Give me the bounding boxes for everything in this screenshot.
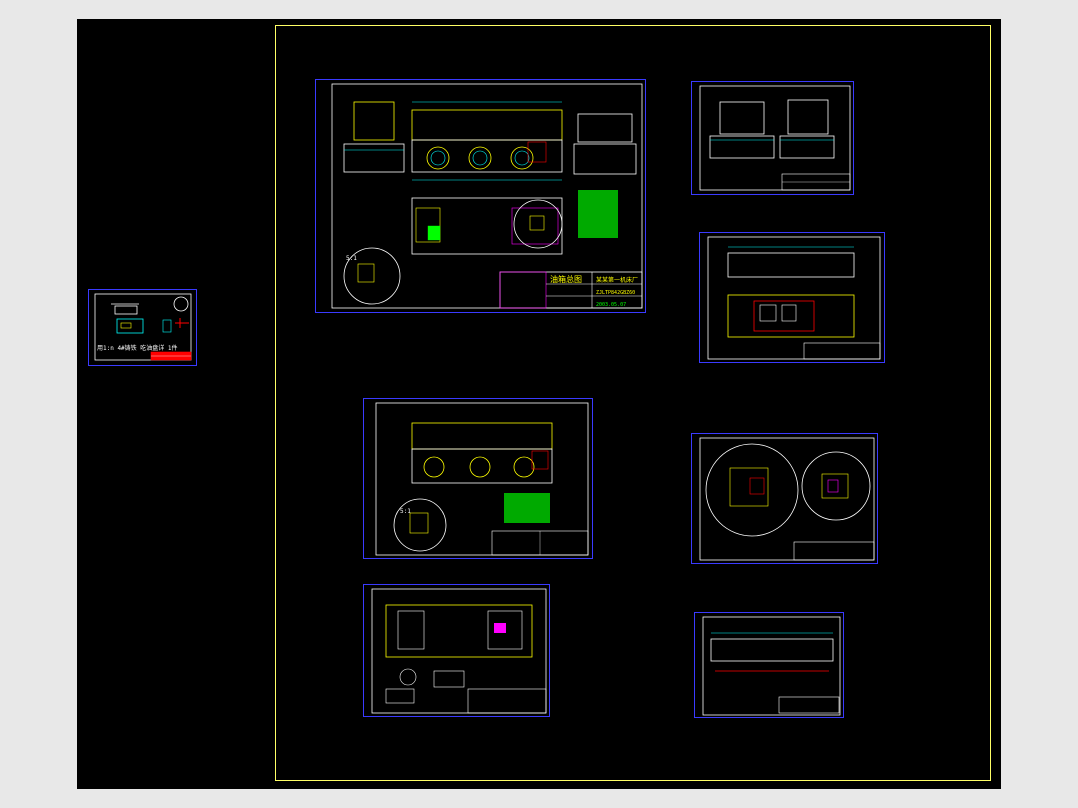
sheet-circle-details[interactable]: [691, 433, 878, 564]
sheet-tank-body-detail-drawing: 5:1: [375, 402, 589, 556]
title-block-date: 2003.05.07: [596, 302, 626, 308]
sheet-strip-detail-drawing: [702, 616, 841, 716]
sheet-circle-details-drawing: [699, 437, 875, 561]
title-block-title: 油箱总图: [550, 274, 582, 284]
sheet-tank-body-detail[interactable]: 5:1: [363, 398, 593, 559]
sheet-side-views-drawing: [699, 85, 851, 191]
sheet-side-views[interactable]: [691, 81, 854, 195]
title-block-company: 某某第一机床厂: [596, 276, 638, 284]
sheet-strip-detail[interactable]: [694, 612, 844, 718]
sheet-oil-tank-assembly-drawing: 5:1 油箱总图 某某第一机床厂 ZJLTP842GBZ60 2003.05.0…: [331, 83, 643, 309]
title-block-drawing-no: ZJLTP842GBZ60: [596, 290, 635, 296]
sheet-tank-front-plan[interactable]: [699, 232, 885, 363]
detail-scale-label: 5:1: [346, 255, 357, 262]
sheet-tank-plan-section-drawing: [371, 588, 547, 714]
body-detail-scale: 5:1: [400, 508, 411, 515]
sheet-oil-tray-detail[interactable]: 用1:n 4#铸铁 吃油盘详 1件: [88, 289, 197, 366]
sheet-tank-front-plan-drawing: [707, 236, 881, 360]
sheet-tank-plan-section[interactable]: [363, 584, 550, 717]
sheet-oil-tank-assembly[interactable]: 5:1 油箱总图 某某第一机床厂 ZJLTP842GBZ60 2003.05.0…: [315, 79, 646, 313]
oil-tray-note: 用1:n 4#铸铁 吃油盘详 1件: [97, 344, 178, 352]
sheet-oil-tray-detail-drawing: 用1:n 4#铸铁 吃油盘详 1件: [94, 293, 192, 361]
drawing-canvas[interactable]: 用1:n 4#铸铁 吃油盘详 1件 5:1 油箱总图 某某第一机床厂 ZJLTP…: [77, 19, 1001, 789]
